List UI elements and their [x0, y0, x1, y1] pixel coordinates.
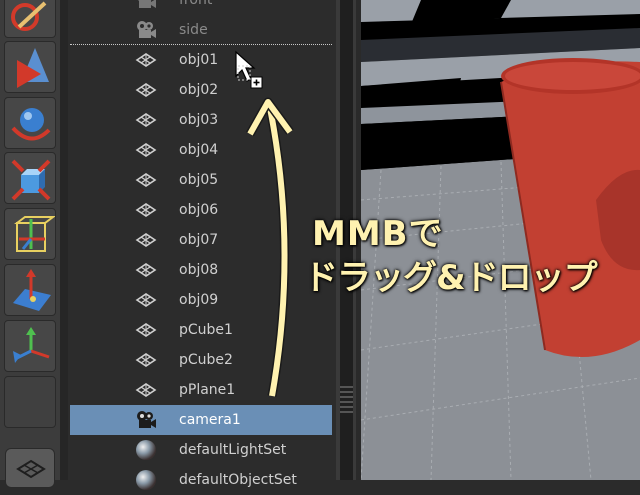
- outliner-item-obj03[interactable]: obj03: [70, 105, 332, 135]
- tool-shelf: [0, 0, 61, 488]
- outliner-item-pcube1[interactable]: pCube1: [70, 315, 332, 345]
- transform-icon: [135, 143, 157, 157]
- outliner-item-obj02[interactable]: obj02: [70, 75, 332, 105]
- transform-icon: [135, 203, 157, 217]
- transform-icon: [135, 353, 157, 367]
- outliner-item-obj06[interactable]: obj06: [70, 195, 332, 225]
- outliner-item-pcube2[interactable]: pCube2: [70, 345, 332, 375]
- outliner-item-side[interactable]: side: [70, 15, 332, 45]
- outliner-item-label: obj07: [179, 232, 219, 248]
- soft-modify-icon[interactable]: [4, 264, 56, 316]
- transform-icon: [135, 323, 157, 337]
- outliner-item-label: obj09: [179, 292, 219, 308]
- show-manipulator-icon[interactable]: [4, 320, 56, 372]
- outliner-item-label: pCube1: [179, 322, 233, 338]
- outliner-item-obj08[interactable]: obj08: [70, 255, 332, 285]
- paint-tool-icon[interactable]: [4, 0, 56, 38]
- outliner-item-obj09[interactable]: obj09: [70, 285, 332, 315]
- camera-icon: [137, 21, 156, 38]
- set-icon: [136, 440, 156, 460]
- outliner-item-defaultlightset[interactable]: defaultLightSet: [70, 435, 332, 465]
- transform-icon: [135, 233, 157, 247]
- annotation-line1: MMBで: [312, 214, 444, 254]
- camera-icon: [137, 411, 156, 428]
- outliner-item-label: front: [179, 0, 213, 8]
- transform-icon: [135, 113, 157, 127]
- outliner-item-label: obj04: [179, 142, 219, 158]
- transform-icon: [135, 263, 157, 277]
- outliner-item-label: defaultObjectSet: [179, 472, 297, 488]
- outliner-item-label: obj06: [179, 202, 219, 218]
- scrollbar-grip[interactable]: [340, 386, 353, 416]
- outliner-item-pplane1[interactable]: pPlane1: [70, 375, 332, 405]
- transform-icon: [135, 83, 157, 97]
- scale-tool-icon[interactable]: [4, 152, 56, 204]
- outliner-item-label: side: [179, 22, 208, 38]
- set-icon: [136, 470, 156, 490]
- outliner-item-front[interactable]: front: [70, 0, 332, 15]
- outliner-left-edge: [60, 0, 68, 480]
- empty-shelf-slot[interactable]: [4, 376, 56, 428]
- rotate-tool-icon[interactable]: [4, 97, 56, 149]
- outliner-item-label: obj01: [179, 52, 219, 68]
- cone-tool-icon[interactable]: [4, 41, 56, 93]
- transform-icon: [135, 383, 157, 397]
- outliner-item-label: pPlane1: [179, 382, 236, 398]
- outliner-item-label: obj08: [179, 262, 219, 278]
- outliner-item-obj04[interactable]: obj04: [70, 135, 332, 165]
- outliner-item-obj07[interactable]: obj07: [70, 225, 332, 255]
- outliner-item-label: camera1: [179, 412, 241, 428]
- outliner-item-label: defaultLightSet: [179, 442, 287, 458]
- camera-icon: [138, 0, 156, 8]
- outliner-item-obj05[interactable]: obj05: [70, 165, 332, 195]
- drag-cursor-icon: [235, 50, 263, 89]
- outliner-item-obj01[interactable]: obj01: [70, 45, 332, 75]
- outliner-item-label: obj03: [179, 112, 219, 128]
- annotation-line2: ドラッグ&ドロップ: [304, 258, 598, 298]
- outliner-item-defaultobjectset[interactable]: defaultObjectSet: [70, 465, 332, 495]
- outliner-item-label: pCube2: [179, 352, 233, 368]
- outliner-item-label: obj02: [179, 82, 219, 98]
- transform-icon: [135, 53, 157, 67]
- universal-manipulator-icon[interactable]: [4, 208, 56, 260]
- transform-icon: [135, 173, 157, 187]
- transform-icon: [135, 293, 157, 307]
- outliner-item-camera1[interactable]: camera1: [70, 405, 332, 435]
- outliner-toggle-icon[interactable]: [5, 448, 55, 488]
- outliner-item-label: obj05: [179, 172, 219, 188]
